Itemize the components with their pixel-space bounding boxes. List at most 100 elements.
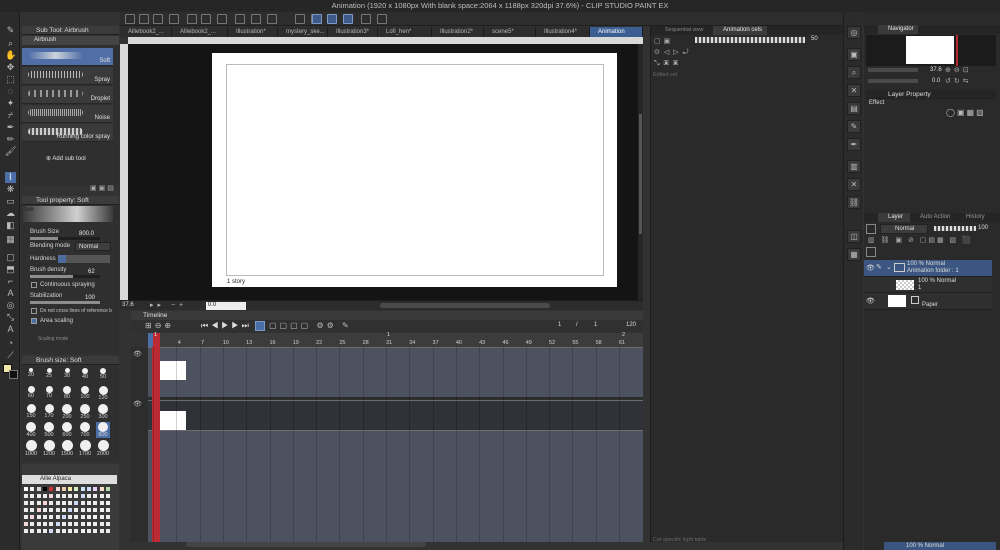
- color-swatch[interactable]: [98, 486, 105, 492]
- select-icon[interactable]: ⬚: [5, 74, 16, 85]
- tab-illustration3[interactable]: Illustration3*: [328, 27, 378, 37]
- export-icon[interactable]: [169, 14, 179, 24]
- deselect-icon[interactable]: [235, 14, 245, 24]
- text-icon[interactable]: A: [5, 288, 16, 299]
- cel-tools[interactable]: ▢▢▢▢ ⚙⚙ ✎: [269, 321, 352, 330]
- brush-size-option[interactable]: 600: [60, 422, 74, 438]
- brush-size-option[interactable]: 300: [96, 404, 110, 420]
- brush-size-option[interactable]: 100: [78, 386, 92, 400]
- timeline-frame-ruler[interactable]: 1 4 7 10 13 16 19 22 25 28 31 34 37 40 43 46 49 52 55 58 61: [148, 333, 643, 347]
- color-swatch[interactable]: [67, 507, 74, 513]
- fill-icon[interactable]: [267, 14, 277, 24]
- layer-color-icon[interactable]: [866, 224, 876, 234]
- color-swatch[interactable]: [35, 500, 42, 506]
- brush-size-option[interactable]: 25: [42, 368, 56, 379]
- color-swatch[interactable]: [41, 493, 48, 499]
- navigator-rotate-buttons[interactable]: ↺↻⇆: [945, 77, 972, 85]
- color-swatch[interactable]: [104, 528, 111, 534]
- color-swatch[interactable]: [92, 507, 99, 513]
- color-swatch[interactable]: [41, 521, 48, 527]
- color-swatch[interactable]: [98, 500, 105, 506]
- correct-line-icon[interactable]: ⤡: [5, 312, 16, 323]
- color-swatch[interactable]: [98, 507, 105, 513]
- tab-navigator[interactable]: Navigator: [878, 25, 918, 34]
- color-swatch[interactable]: [35, 528, 42, 534]
- color-swatch[interactable]: [60, 500, 67, 506]
- zoom-value[interactable]: 37.6: [122, 302, 134, 308]
- figure-icon[interactable]: ▢: [5, 252, 16, 263]
- brush-size-option[interactable]: 20: [24, 368, 38, 378]
- brush-size-option[interactable]: 250: [78, 404, 92, 420]
- paper-visibility-toggle[interactable]: 👁: [866, 297, 875, 305]
- color-swatch[interactable]: [67, 521, 74, 527]
- timeline-zoom-icons[interactable]: ⊞⊖⊕: [145, 321, 174, 330]
- color-swatch[interactable]: [60, 514, 67, 520]
- color-swatch[interactable]: [23, 500, 29, 506]
- color-swatch[interactable]: [35, 507, 42, 513]
- brush-size-option[interactable]: 150: [24, 404, 38, 419]
- tab-animation[interactable]: Animation: [590, 27, 643, 37]
- layer-property-effect-icons[interactable]: ◯▣▦▧: [946, 108, 992, 118]
- brush-size-option[interactable]: 40: [78, 368, 92, 380]
- tab-alliebook2-b[interactable]: Alliebook2_...: [172, 27, 228, 37]
- stabilization-slider[interactable]: [30, 301, 100, 304]
- brush-size-option[interactable]: 80: [60, 386, 74, 400]
- brush-size-option[interactable]: 500: [42, 422, 56, 438]
- layer-row-cel-1[interactable]: 100 % Normal 1: [864, 277, 992, 293]
- cel-navigation-icons[interactable]: ⊙◁▷⤾: [654, 48, 692, 57]
- view-panel-icon[interactable]: ▦: [847, 248, 861, 261]
- color-swatch[interactable]: [92, 528, 99, 534]
- color-swatch[interactable]: [48, 507, 55, 513]
- brush-density-slider[interactable]: [30, 275, 100, 278]
- navigator-zoom-value[interactable]: 37.6: [930, 67, 942, 73]
- color-swatch[interactable]: [54, 514, 61, 520]
- color-swatch[interactable]: [92, 500, 99, 506]
- cel-option-icons[interactable]: ⤡▣▣: [654, 60, 682, 68]
- color-swatch[interactable]: [23, 521, 29, 527]
- color-swatch[interactable]: [29, 493, 36, 499]
- color-swatch[interactable]: [54, 507, 61, 513]
- color-swatch[interactable]: [73, 493, 80, 499]
- color-swatch[interactable]: [67, 493, 74, 499]
- snap-grid-icon[interactable]: [327, 14, 337, 24]
- opacity-value[interactable]: 50: [811, 36, 818, 42]
- color-swatch[interactable]: [86, 493, 92, 499]
- color-swatch[interactable]: [104, 486, 111, 492]
- brush-size-option[interactable]: 1000: [24, 440, 38, 457]
- brush-size-option[interactable]: 800: [96, 422, 110, 438]
- color-swatch[interactable]: [60, 493, 67, 499]
- airbrush-icon[interactable]: ⌇: [5, 172, 16, 183]
- navigator-rotation-value[interactable]: 0.0: [932, 78, 940, 84]
- tab-lofi-hen[interactable]: Lofi_hen*: [378, 27, 432, 37]
- color-swatch[interactable]: [23, 514, 29, 520]
- color-swatch[interactable]: [48, 493, 55, 499]
- tab-auto-action[interactable]: Auto Action: [912, 213, 954, 222]
- color-swatch[interactable]: [60, 507, 67, 513]
- tab-animation-cels[interactable]: Animation cels: [713, 26, 767, 35]
- tab-illustration4[interactable]: Illustration4*: [536, 27, 590, 37]
- color-swatch[interactable]: [104, 493, 111, 499]
- brush-item-soft[interactable]: Soft: [22, 48, 113, 66]
- start-marker[interactable]: [148, 333, 153, 347]
- balloon-icon[interactable]: ◎: [5, 300, 16, 311]
- color-set-select[interactable]: Allie Alpaca: [22, 475, 117, 484]
- light-table-icons[interactable]: ▢▣: [654, 37, 673, 45]
- pen-panel-icon[interactable]: ✒: [847, 138, 861, 151]
- color-swatch[interactable]: [67, 514, 74, 520]
- line-correct-icon[interactable]: ⟋: [5, 350, 16, 361]
- opacity-slider[interactable]: [695, 37, 805, 43]
- color-swatch[interactable]: [73, 528, 80, 534]
- brush-item-noise[interactable]: Noise: [22, 105, 113, 123]
- canvas-vertical-scrollbar[interactable]: [638, 44, 643, 300]
- color-swatch[interactable]: [67, 500, 74, 506]
- cel-panel-icon[interactable]: ◫: [847, 230, 861, 243]
- color-swatch[interactable]: [73, 514, 80, 520]
- color-swatch[interactable]: [29, 500, 36, 506]
- navigator-zoom-buttons[interactable]: ⊕⊖⊡: [945, 66, 972, 74]
- decoration-icon[interactable]: ❋: [5, 184, 16, 195]
- color-swatch[interactable]: [86, 514, 92, 520]
- zoom-controls[interactable]: ▸▸ −+: [150, 301, 187, 309]
- tab-history[interactable]: History: [958, 213, 998, 222]
- color-swatch[interactable]: [48, 528, 55, 534]
- color-swatch[interactable]: [79, 500, 86, 506]
